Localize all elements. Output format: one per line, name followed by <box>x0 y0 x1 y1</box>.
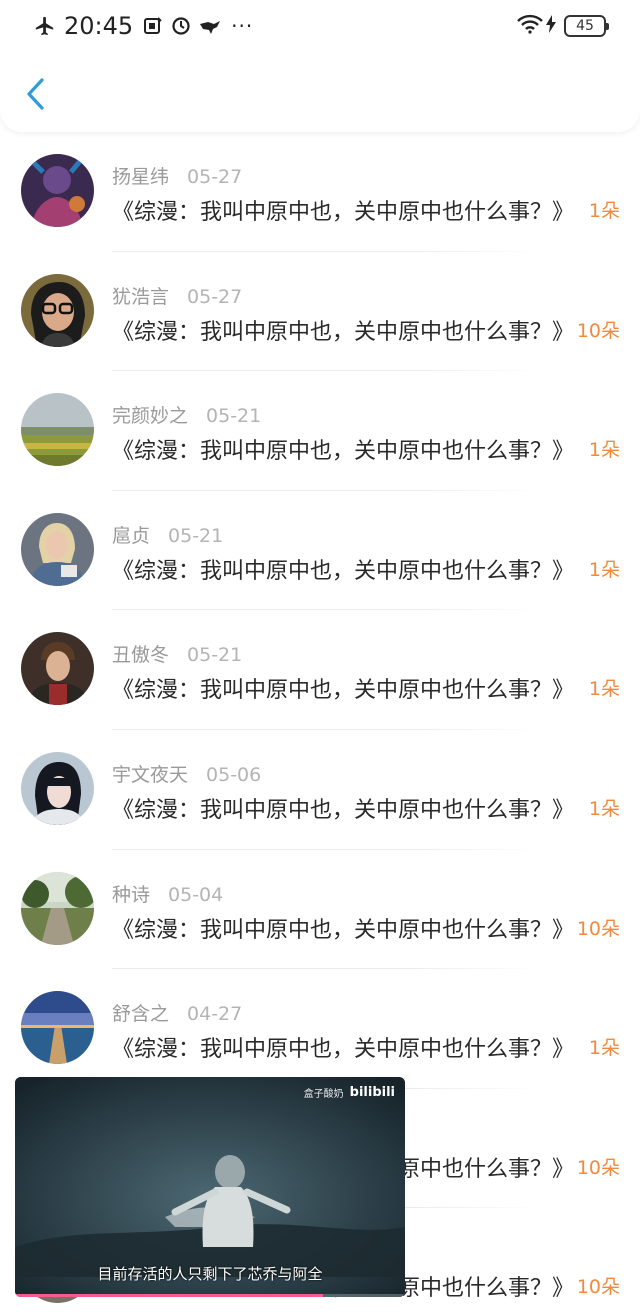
send-date: 05-27 <box>187 166 243 188</box>
gift-count: 1朵 <box>588 678 620 701</box>
list-item[interactable]: 宇文夜天 05-06 《综漫：我叫中原中也，关中原中也什么事？》 1朵 <box>0 730 640 850</box>
sender-name: 宇文夜天 <box>112 763 189 786</box>
sender-name: 种诗 <box>112 883 151 906</box>
clock: 20:45 <box>64 12 134 40</box>
send-date: 05-04 <box>168 883 224 906</box>
gift-count: 1朵 <box>588 1037 620 1060</box>
book-title: 《综漫：我叫中原中也，关中原中也什么事？》 <box>112 917 574 943</box>
gift-count: 10朵 <box>576 1276 620 1299</box>
video-subtitle: 目前存活的人只剩下了芯乔与阿全 <box>97 1265 323 1283</box>
list-item[interactable]: 犹浩言 05-27 《综漫：我叫中原中也，关中原中也什么事？》 10朵 <box>0 252 640 372</box>
list-item[interactable]: 种诗 05-04 《综漫：我叫中原中也，关中原中也什么事？》 10朵 <box>0 850 640 970</box>
avatar <box>21 751 94 825</box>
sender-name: 扬星纬 <box>112 166 170 188</box>
send-date: 05-21 <box>206 405 262 428</box>
status-bar-right: 45 <box>516 12 609 40</box>
list-item[interactable]: 扬星纬 05-27 《综漫：我叫中原中也，关中原中也什么事？》 1朵 <box>0 132 640 252</box>
book-title: 《综漫：我叫中原中也，关中原中也什么事？》 <box>112 200 574 225</box>
video-progress-fill <box>15 1294 324 1297</box>
chevron-left-icon <box>25 77 47 115</box>
airplane-icon <box>34 15 56 37</box>
book-title: 《综漫：我叫中原中也，关中原中也什么事？》 <box>112 319 574 345</box>
avatar <box>21 273 94 347</box>
gift-count: 1朵 <box>588 797 620 820</box>
sender-line: 丑傲冬 05-21 <box>112 640 242 667</box>
page: 20:45 ··· 45 扬星纬 05-27 《综漫：我叫中原中也，关中原中也什… <box>0 0 640 1312</box>
book-title: 《综漫：我叫中原中也，关中原中也什么事？》 <box>112 678 574 704</box>
list-item[interactable]: 舒含之 04-27 《综漫：我叫中原中也，关中原中也什么事？》 1朵 <box>0 969 640 1089</box>
charging-icon <box>544 14 558 38</box>
header-card: 20:45 ··· 45 <box>0 0 640 132</box>
book-title: 《综漫：我叫中原中也，关中原中也什么事？》 <box>112 797 574 823</box>
bird-icon <box>199 17 221 35</box>
book-title: 《综漫：我叫中原中也，关中原中也什么事？》 <box>112 1037 574 1063</box>
bilibili-logo: bilibili <box>349 1085 395 1100</box>
send-date: 05-06 <box>206 763 262 786</box>
send-date: 05-27 <box>187 285 243 308</box>
list-item[interactable]: 完颜妙之 05-21 《综漫：我叫中原中也，关中原中也什么事？》 1朵 <box>0 371 640 491</box>
sender-name: 完颜妙之 <box>112 405 189 428</box>
sender-name: 舒含之 <box>112 1003 170 1026</box>
list-item[interactable]: 丑傲冬 05-21 《综漫：我叫中原中也，关中原中也什么事？》 1朵 <box>0 610 640 730</box>
sync-icon <box>171 16 191 36</box>
avatar <box>21 871 94 945</box>
avatar <box>21 632 94 706</box>
sender-line: 犹浩言 05-27 <box>112 282 242 309</box>
sender-line: 舒含之 04-27 <box>112 999 242 1026</box>
book-title: 《综漫：我叫中原中也，关中原中也什么事？》 <box>112 558 574 584</box>
avatar <box>21 393 94 467</box>
gift-count: 1朵 <box>588 200 620 222</box>
sender-name: 扈贞 <box>112 524 151 547</box>
sender-line: 宇文夜天 05-06 <box>112 760 261 787</box>
send-date: 05-21 <box>187 644 243 667</box>
status-bar: 20:45 ··· 45 <box>0 0 640 52</box>
sim-icon <box>143 16 163 36</box>
gift-count: 10朵 <box>576 917 620 940</box>
sender-line: 种诗 05-04 <box>112 880 223 907</box>
video-progress-bar[interactable] <box>15 1294 405 1297</box>
gift-count: 10朵 <box>576 319 620 342</box>
uploader-name: 盒子酸奶 <box>303 1089 344 1100</box>
sender-line: 扬星纬 05-27 <box>112 162 242 189</box>
video-brand: 盒子酸奶 bilibili <box>304 1085 395 1100</box>
gift-count: 1朵 <box>588 558 620 581</box>
sender-name: 丑傲冬 <box>112 644 170 667</box>
battery-icon: 45 <box>564 15 609 37</box>
sender-line: 完颜妙之 05-21 <box>112 401 261 428</box>
avatar <box>21 154 94 227</box>
gift-count: 1朵 <box>588 439 620 462</box>
floating-video-player[interactable]: 盒子酸奶 bilibili 目前存活的人只剩下了芯乔与阿全 <box>15 1077 405 1297</box>
list-item[interactable]: 扈贞 05-21 《综漫：我叫中原中也，关中原中也什么事？》 1朵 <box>0 491 640 611</box>
avatar <box>21 991 94 1065</box>
more-icon: ··· <box>231 14 254 38</box>
avatar <box>21 512 94 586</box>
send-date: 05-21 <box>168 524 224 547</box>
book-title: 《综漫：我叫中原中也，关中原中也什么事？》 <box>112 439 574 465</box>
send-date: 04-27 <box>187 1003 243 1026</box>
sender-name: 犹浩言 <box>112 285 170 308</box>
wifi-icon <box>516 14 544 38</box>
status-bar-left: 20:45 ··· <box>34 10 253 42</box>
sender-line: 扈贞 05-21 <box>112 521 223 548</box>
back-button[interactable] <box>16 72 56 120</box>
gift-count: 10朵 <box>576 1156 620 1179</box>
